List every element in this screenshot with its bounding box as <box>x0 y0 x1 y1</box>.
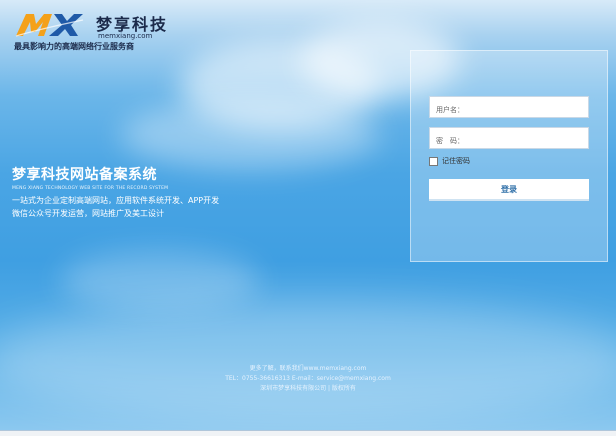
hero-title: 梦享科技网站备案系统 <box>12 167 157 183</box>
remember-password-label: 记住密码 <box>442 157 470 165</box>
site-slogan: 最具影响力的高端网络行业服务商 <box>14 42 134 51</box>
login-form: 记住密码 登录 <box>410 50 608 262</box>
checkbox-icon[interactable] <box>429 156 438 166</box>
password-field-wrapper <box>429 127 589 151</box>
username-field-wrapper <box>429 96 589 120</box>
hero-description: 一站式为企业定制高端网站，应用软件系统开发、APP开发 微信公众号开发运营，网站… <box>12 194 219 220</box>
hero-section: 梦享科技网站备案系统 MENG XIANG TECHNOLOGY WEB SIT… <box>12 164 219 220</box>
background-cloud <box>120 100 380 170</box>
hero-description-line: 一站式为企业定制高端网站，应用软件系统开发、APP开发 <box>12 196 220 205</box>
footer-copyright: 深圳市梦享科技有限公司 | 版权所有 <box>260 385 356 392</box>
window-bottom-bar <box>0 430 616 436</box>
hero-description-line: 微信公众号开发运营，网站推广及美工设计 <box>12 209 164 218</box>
username-input[interactable] <box>430 100 588 120</box>
logo-domain: memxiang.com <box>98 32 153 40</box>
remember-password-checkbox[interactable]: 记住密码 <box>429 156 470 166</box>
footer-contact-info: TEL：0755-36616313 E-mail：service@memxian… <box>225 375 391 382</box>
background-cloud <box>60 250 260 310</box>
footer-contact-link[interactable]: 更多了解，联系我们www.memxiang.com <box>0 364 616 374</box>
site-logo: 梦享科技 memxiang.com 最具影响力的高端网络行业服务商 <box>12 8 212 53</box>
background-cloud <box>0 300 616 420</box>
footer: 更多了解，联系我们www.memxiang.com TEL：0755-36616… <box>0 364 616 394</box>
password-input[interactable] <box>430 131 588 151</box>
hero-subtitle-en: MENG XIANG TECHNOLOGY WEB SITE FOR THE R… <box>12 186 169 191</box>
login-button[interactable]: 登录 <box>429 179 589 201</box>
mx-logo-mark-icon <box>15 14 84 37</box>
